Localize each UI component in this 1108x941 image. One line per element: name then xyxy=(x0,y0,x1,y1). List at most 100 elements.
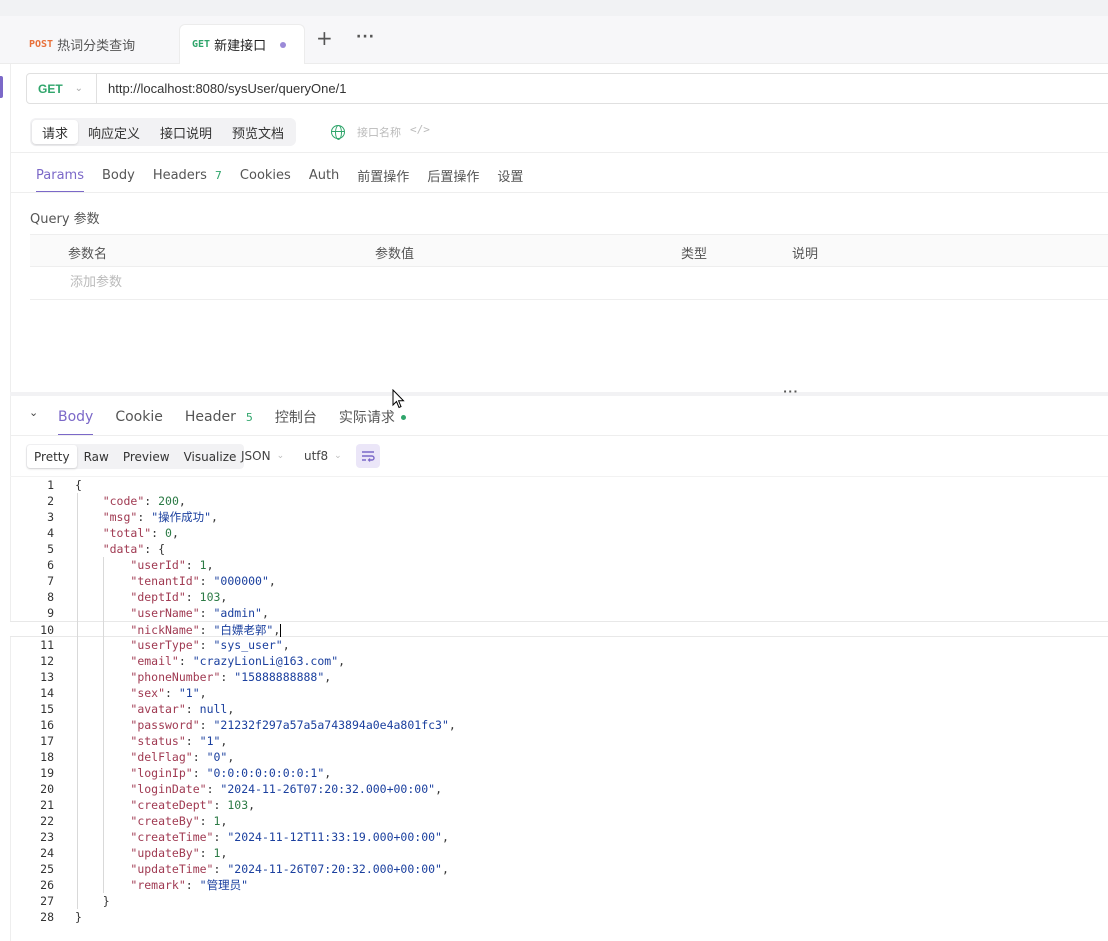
code-text: "phoneNumber": "15888888888", xyxy=(130,670,332,684)
subtab-headers[interactable]: Headers 7 xyxy=(153,160,222,190)
encoding-label: utf8 xyxy=(304,449,329,463)
code-text: } xyxy=(75,910,82,924)
globe-icon[interactable] xyxy=(331,125,345,140)
subtab-cookies[interactable]: Cookies xyxy=(240,160,291,190)
code-line: 12 "email": "crazyLionLi@163.com", xyxy=(10,653,1108,669)
tab-label: 新建接口 xyxy=(214,39,267,54)
col-param-value: 参数值 xyxy=(375,247,415,262)
view-visualize[interactable]: Visualize xyxy=(177,445,244,468)
divider xyxy=(10,435,1108,436)
divider xyxy=(10,192,1108,193)
api-name-input[interactable]: 接口名称 xyxy=(357,124,401,140)
drag-handle-icon[interactable]: ··· xyxy=(783,386,799,397)
code-line: 15 "avatar": null, xyxy=(10,701,1108,717)
header-count-badge: 5 xyxy=(245,410,253,424)
response-tab-cookie[interactable]: Cookie xyxy=(115,402,163,432)
code-line: 16 "password": "21232f297a57a5a743894a0e… xyxy=(10,717,1108,733)
format-dropdown[interactable]: JSON ⌄ xyxy=(241,449,284,463)
text-caret xyxy=(280,624,282,637)
code-text: "data": { xyxy=(102,542,166,556)
encoding-dropdown[interactable]: utf8 ⌄ xyxy=(304,449,342,463)
subtab-label: 设置 xyxy=(497,169,524,185)
line-number: 24 xyxy=(40,846,54,860)
method-select[interactable]: GET ⌄ xyxy=(27,74,97,103)
subtab-post-script[interactable]: 后置操作 xyxy=(427,160,479,190)
code-line: 7 "tenantId": "000000", xyxy=(10,573,1108,589)
chevron-down-icon: ⌄ xyxy=(276,451,285,461)
code-line: 13 "phoneNumber": "15888888888", xyxy=(10,669,1108,685)
code-text: "deptId": 103, xyxy=(130,590,228,604)
url-bar: GET ⌄ xyxy=(26,73,1108,104)
view-preview[interactable]: Preview xyxy=(116,445,177,468)
tab-label: 实际请求 xyxy=(338,410,395,426)
collapse-chevron-icon[interactable]: ⌄ xyxy=(29,406,38,419)
tab-label: Body xyxy=(58,409,94,425)
segment-response-definition[interactable]: 响应定义 xyxy=(78,120,150,144)
subtab-settings[interactable]: 设置 xyxy=(497,160,523,190)
response-tab-console[interactable]: 控制台 xyxy=(275,402,317,432)
code-text: "userName": "admin", xyxy=(130,606,269,620)
segment-preview-doc[interactable]: 预览文档 xyxy=(222,120,294,144)
word-wrap-button[interactable] xyxy=(356,444,380,468)
code-line: 8 "deptId": 103, xyxy=(10,589,1108,605)
indent-guide xyxy=(77,493,78,909)
code-line: 3 "msg": "操作成功", xyxy=(10,509,1108,525)
code-text: "createBy": 1, xyxy=(130,814,228,828)
tab-label: 控制台 xyxy=(274,410,317,426)
code-text: "sex": "1", xyxy=(130,686,207,700)
line-number: 15 xyxy=(40,702,54,716)
code-text: "status": "1", xyxy=(130,734,228,748)
line-number: 25 xyxy=(40,862,54,876)
code-text: "loginDate": "2024-11-26T07:20:32.000+00… xyxy=(130,782,442,796)
response-tab-body[interactable]: Body xyxy=(58,402,94,436)
response-tab-actual-request[interactable]: 实际请求 xyxy=(339,402,406,432)
new-tab-plus-icon[interactable]: + xyxy=(316,28,333,48)
tab-post-request[interactable]: POST 热词分类查询 xyxy=(17,24,147,64)
line-number: 9 xyxy=(47,606,54,620)
tab-get-request[interactable]: GET 新建接口 xyxy=(179,24,305,64)
line-number: 18 xyxy=(40,750,54,764)
response-tabs: Body Cookie Header 5 控制台 实际请求 xyxy=(58,402,428,436)
view-pretty[interactable]: Pretty xyxy=(27,445,77,468)
unsaved-indicator xyxy=(280,41,287,48)
code-line: 6 "userId": 1, xyxy=(10,557,1108,573)
code-brackets-icon[interactable]: </> xyxy=(410,123,430,136)
more-tabs-icon[interactable]: ··· xyxy=(356,30,375,44)
tab-label: 热词分类查询 xyxy=(57,38,136,54)
subtab-auth[interactable]: Auth xyxy=(309,160,339,190)
code-text: "total": 0, xyxy=(102,526,179,540)
code-text: "tenantId": "000000", xyxy=(130,574,276,588)
subtab-pre-script[interactable]: 前置操作 xyxy=(357,160,409,190)
view-raw[interactable]: Raw xyxy=(77,445,116,468)
code-line: 1{ xyxy=(10,477,1108,493)
tab-label: Header xyxy=(184,409,236,425)
code-text: "remark": "管理员" xyxy=(130,878,248,892)
url-input[interactable] xyxy=(97,74,1108,103)
code-text: "code": 200, xyxy=(102,494,186,508)
col-param-type: 类型 xyxy=(681,247,708,262)
code-text: "nickName": "白嫖老郭", xyxy=(130,623,282,637)
subtab-params[interactable]: Params xyxy=(36,160,84,193)
chevron-down-icon: ⌄ xyxy=(74,83,84,94)
sidebar-active-indicator xyxy=(0,76,3,98)
subtab-label: Cookies xyxy=(239,167,291,183)
code-line: 19 "loginIp": "0:0:0:0:0:0:0:1", xyxy=(10,765,1108,781)
add-param-input[interactable] xyxy=(70,274,270,289)
segment-api-description[interactable]: 接口说明 xyxy=(150,120,222,144)
subtab-body[interactable]: Body xyxy=(102,160,135,190)
panel-splitter[interactable] xyxy=(10,392,1108,396)
line-number: 27 xyxy=(40,894,54,908)
code-line: 11 "userType": "sys_user", xyxy=(10,637,1108,653)
code-line: 2 "code": 200, xyxy=(10,493,1108,509)
code-text: "userId": 1, xyxy=(130,558,214,572)
response-body-viewer[interactable]: 1{2 "code": 200, 3 "msg": "操作成功", 4 "total… xyxy=(10,477,1108,937)
code-line: 5 "data": { xyxy=(10,541,1108,557)
request-tabs-bar: POST 热词分类查询 GET 新建接口 xyxy=(0,16,1108,64)
headers-count-badge: 7 xyxy=(214,168,222,182)
response-tab-header[interactable]: Header 5 xyxy=(185,402,253,432)
line-number: 19 xyxy=(40,766,54,780)
code-line: 21 "createDept": 103, xyxy=(10,797,1108,813)
code-text: "delFlag": "0", xyxy=(130,750,235,764)
segment-request[interactable]: 请求 xyxy=(32,120,79,144)
code-line: 28} xyxy=(10,909,1108,925)
